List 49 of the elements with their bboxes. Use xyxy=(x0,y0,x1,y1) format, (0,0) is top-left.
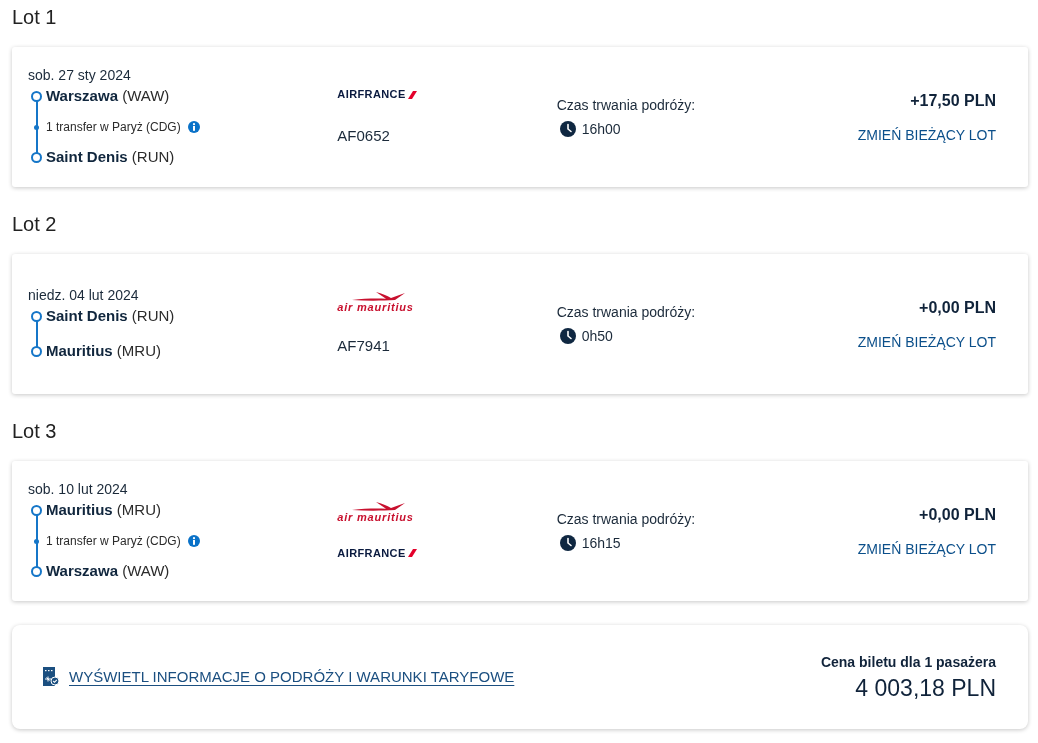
airport-name: Mauritius (MRU) xyxy=(46,341,161,362)
flight-heading: Lot 1 xyxy=(12,5,57,30)
airport-marker-icon xyxy=(31,152,42,163)
flight-heading: Lot 2 xyxy=(12,212,57,237)
change-flight-button[interactable]: ZMIEŃ BIEŻĄCY LOT xyxy=(857,538,996,560)
airline-logo-text: AIRFRANCE xyxy=(337,89,406,101)
airport-marker-icon xyxy=(31,505,42,516)
duration-value: 16h15 xyxy=(581,533,621,553)
ticket-price: 4 003,18 PLN xyxy=(855,673,996,703)
duration-value: 0h50 xyxy=(581,326,613,346)
airport-marker-icon xyxy=(31,346,42,357)
stripe-icon xyxy=(407,90,417,99)
price-change: +17,50 PLN xyxy=(910,90,996,111)
duration-label: Czas trwania podróży: xyxy=(556,302,697,322)
price-change: +0,00 PLN xyxy=(919,297,996,318)
airline-logo-text: AIRFRANCE xyxy=(337,547,406,559)
duration-label: Czas trwania podróży: xyxy=(556,509,697,529)
document-check-icon xyxy=(43,667,59,687)
fare-info-link[interactable]: WYŚWIETL INFORMACJE O PODRÓŻY I WARUNKI TARYFOWE xyxy=(69,665,515,689)
flight-number: AF0652 xyxy=(337,125,391,146)
airport-name: Saint Denis (RUN) xyxy=(46,306,175,327)
flight-number: AF7941 xyxy=(337,335,391,356)
airport-name: Warszawa (WAW) xyxy=(46,86,170,107)
flight-date: sob. 10 lut 2024 xyxy=(28,479,129,499)
transfer-info: 1 transfer w Paryż (CDG) xyxy=(46,533,181,550)
airport-marker-icon xyxy=(31,566,42,577)
duration-label: Czas trwania podróży: xyxy=(556,95,697,115)
price-change: +0,00 PLN xyxy=(919,504,996,525)
clock-icon xyxy=(559,328,576,344)
flight-heading: Lot 3 xyxy=(12,419,57,444)
clock-icon xyxy=(559,121,576,137)
duration-value: 16h00 xyxy=(581,119,621,139)
transfer-info: 1 transfer w Paryż (CDG) xyxy=(46,119,181,136)
airport-name: Mauritius (MRU) xyxy=(46,500,161,521)
change-flight-button[interactable]: ZMIEŃ BIEŻĄCY LOT xyxy=(857,124,996,146)
airline-logo-text: air mauritius xyxy=(337,301,414,313)
flight-date: niedz. 04 lut 2024 xyxy=(28,285,140,305)
airport-marker-icon xyxy=(31,91,42,102)
flight-date: sob. 27 sty 2024 xyxy=(28,65,132,85)
clock-icon xyxy=(559,535,576,551)
airport-name: Saint Denis (RUN) xyxy=(46,147,175,168)
info-icon[interactable] xyxy=(187,121,200,133)
airport-marker-icon xyxy=(31,311,42,322)
stripe-icon xyxy=(407,549,417,557)
price-label: Cena biletu dla 1 pasażera xyxy=(820,652,996,672)
info-icon[interactable] xyxy=(187,535,200,547)
airline-logo-text: air mauritius xyxy=(337,512,414,523)
change-flight-button[interactable]: ZMIEŃ BIEŻĄCY LOT xyxy=(857,331,996,353)
airport-name: Warszawa (WAW) xyxy=(46,561,170,582)
